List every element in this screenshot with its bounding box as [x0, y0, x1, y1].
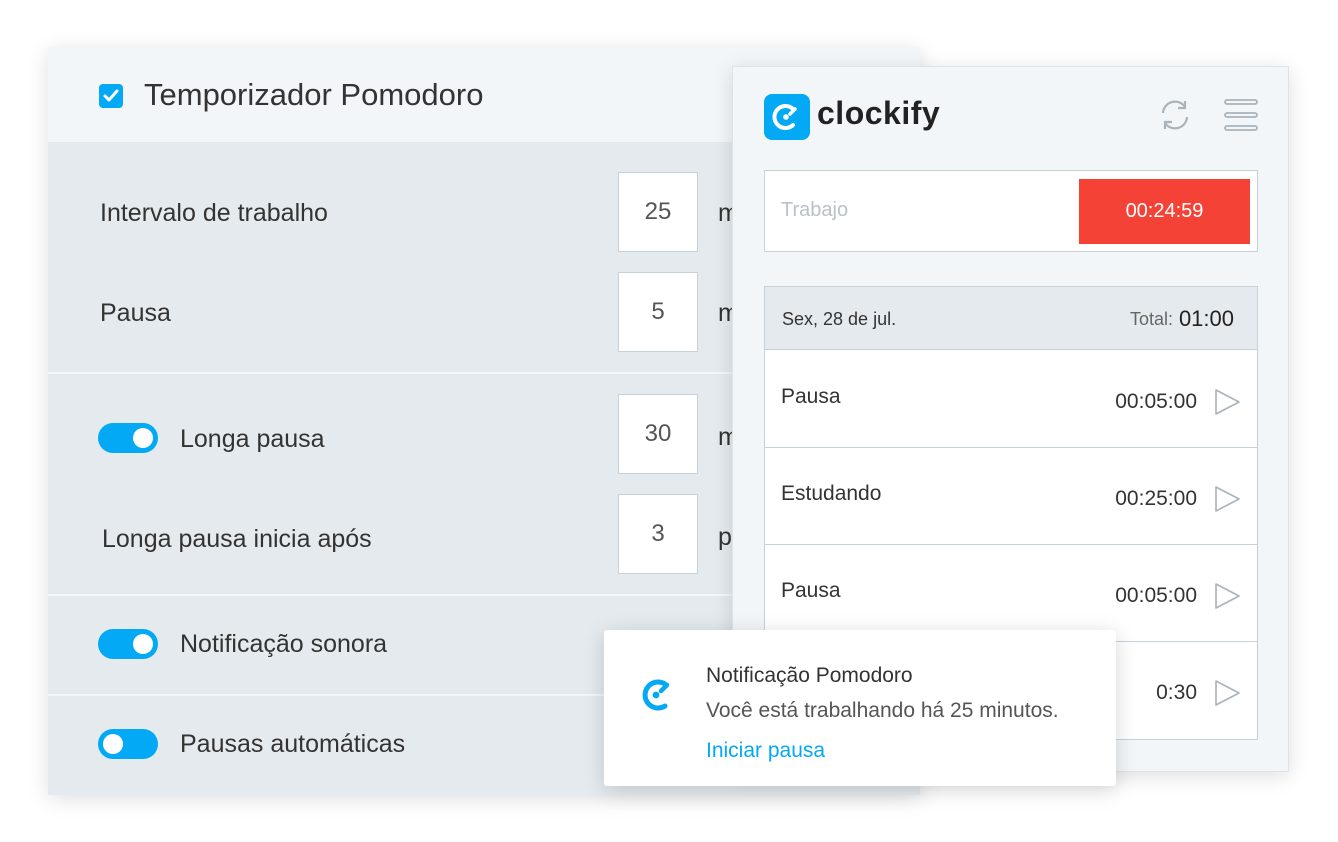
- long-break-label: Longa pausa: [180, 425, 325, 453]
- timer-description-input[interactable]: Trabajo: [781, 199, 848, 222]
- day-date: Sex, 28 de jul.: [782, 309, 897, 329]
- toggle-knob: [133, 634, 153, 654]
- clockify-logo-icon: [642, 679, 670, 711]
- entry-description: Pausa: [781, 385, 841, 408]
- entry-description: Estudando: [781, 482, 882, 505]
- refresh-icon[interactable]: [1157, 97, 1193, 133]
- auto-breaks-toggle[interactable]: [98, 729, 158, 759]
- long-break-input[interactable]: 30: [618, 394, 698, 474]
- entry-duration: 00:05:00: [1115, 390, 1197, 413]
- day-total: 01:00: [1178, 306, 1234, 331]
- start-break-link[interactable]: Iniciar pausa: [706, 739, 825, 763]
- notification-body: Você está trabalhando há 25 minutos.: [706, 699, 1059, 722]
- menu-icon[interactable]: [1223, 97, 1259, 133]
- time-entry-row[interactable]: Pausa 00:05:00: [765, 351, 1257, 448]
- check-icon: [103, 89, 119, 102]
- time-entry-row[interactable]: Pausa 00:05:00: [765, 545, 1257, 642]
- entry-description: Pausa: [781, 579, 841, 602]
- time-entry-row[interactable]: Estudando 00:25:00: [765, 448, 1257, 545]
- pomodoro-enable-checkbox[interactable]: [99, 84, 123, 108]
- entry-duration: 0:30: [1156, 681, 1197, 704]
- clockify-wordmark: clockify: [817, 95, 941, 131]
- long-break-after-label: Longa pausa inicia após: [102, 525, 372, 553]
- settings-title: Temporizador Pomodoro: [144, 77, 484, 112]
- pomodoro-notification: Notificação Pomodoro Você está trabalhan…: [604, 630, 1116, 786]
- break-label: Pausa: [100, 299, 171, 327]
- long-break-after-unit: p: [718, 523, 732, 551]
- play-icon[interactable]: [1213, 582, 1241, 610]
- long-break-after-input[interactable]: 3: [618, 494, 698, 574]
- toggle-knob: [133, 428, 153, 448]
- entry-duration: 00:05:00: [1115, 584, 1197, 607]
- play-icon[interactable]: [1213, 679, 1241, 707]
- work-interval-label: Intervalo de trabalho: [100, 199, 328, 227]
- break-input[interactable]: 5: [618, 272, 698, 352]
- play-icon[interactable]: [1213, 388, 1241, 416]
- entry-duration: 00:25:00: [1115, 487, 1197, 510]
- play-icon[interactable]: [1213, 485, 1241, 513]
- long-break-toggle[interactable]: [98, 423, 158, 453]
- work-interval-input[interactable]: 25: [618, 172, 698, 252]
- clockify-logo-icon: [764, 94, 810, 140]
- timer-stop-button[interactable]: 00:24:59: [1079, 179, 1250, 244]
- toggle-knob: [103, 734, 123, 754]
- sound-notification-toggle[interactable]: [98, 629, 158, 659]
- day-header: Sex, 28 de jul. Total: 01:00: [765, 287, 1257, 350]
- auto-breaks-label: Pausas automáticas: [180, 730, 406, 758]
- sound-notification-label: Notificação sonora: [180, 630, 388, 658]
- timer-bar: Trabajo 00:24:59: [764, 170, 1258, 252]
- notification-title: Notificação Pomodoro: [706, 664, 913, 687]
- day-total-label: Total:: [1129, 309, 1173, 329]
